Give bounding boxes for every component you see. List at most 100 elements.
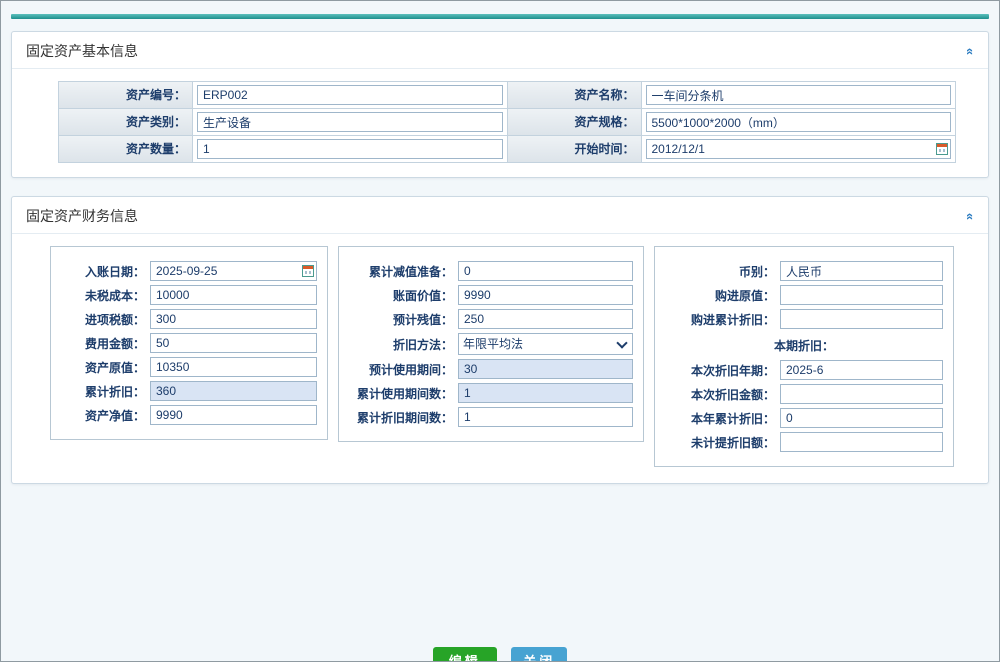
ytd-depreciation-row: 本年累计折旧： [665,408,943,428]
purchase-accum-input[interactable] [780,309,943,329]
purchase-accum-row: 购进累计折旧： [665,309,943,329]
currency-row: 币别： [665,261,943,281]
purchase-value-input[interactable] [780,285,943,305]
asset-name-label: 资产名称： [508,82,641,108]
entry-date-label: 入账日期： [61,263,148,280]
salvage-row: 预计残值： [349,309,633,329]
start-time-label: 开始时间： [508,136,641,162]
book-value-input[interactable] [458,285,633,305]
depreciated-periods-row: 累计折旧期间数： [349,407,633,427]
impairment-label: 累计减值准备： [349,263,456,280]
ytd-depreciation-label: 本年累计折旧： [665,410,778,427]
finance-right-group: 币别： 购进原值： 购进累计折旧： 本期折旧： 本次折旧年期： 本次折旧 [654,246,954,467]
basic-info-body: 资产编号： 资产名称： 资产类别： 资产规格： 资产数量： [12,69,988,177]
original-value-label: 资产原值： [61,359,148,376]
edit-button[interactable]: 编辑 [433,647,497,662]
collapse-icon[interactable]: « [964,212,977,219]
asset-name-cell [642,82,956,108]
unprovided-row: 未计提折旧额： [665,432,943,452]
impairment-row: 累计减值准备： [349,261,633,281]
period-depreciation-header: 本期折旧： [663,337,945,354]
purchase-value-row: 购进原值： [665,285,943,305]
asset-category-cell [193,109,507,135]
ytd-depreciation-input[interactable] [780,408,943,428]
finance-middle-group: 累计减值准备： 账面价值： 预计残值： 折旧方法： 年限平均法 [338,246,644,442]
input-tax-input[interactable] [150,309,317,329]
asset-name-input[interactable] [646,85,952,105]
asset-category-input[interactable] [197,112,503,132]
asset-no-label: 资产编号： [59,82,192,108]
basic-info-table: 资产编号： 资产名称： 资产类别： 资产规格： 资产数量： [58,81,956,163]
basic-info-panel: 固定资产基本信息 « 资产编号： 资产名称： 资产类别： 资产规格： [11,31,989,178]
net-value-label: 资产净值： [61,407,148,424]
purchase-value-label: 购进原值： [665,287,778,304]
currency-label: 币别： [665,263,778,280]
start-time-cell [642,136,956,162]
asset-no-input[interactable] [197,85,503,105]
fee-amount-input[interactable] [150,333,317,353]
unprovided-label: 未计提折旧额： [665,434,778,451]
page: 固定资产基本信息 « 资产编号： 资产名称： 资产类别： 资产规格： [0,0,1000,662]
finance-info-body: 入账日期： 未税成本： 进项税额： 费用金额： [12,234,988,483]
action-bar: 编辑 关闭 [1,647,999,662]
calendar-icon[interactable] [936,143,948,155]
top-divider-bar [11,14,989,19]
net-value-input[interactable] [150,405,317,425]
impairment-input[interactable] [458,261,633,281]
asset-spec-input[interactable] [646,112,952,132]
asset-no-cell [193,82,507,108]
original-value-row: 资产原值： [61,357,317,377]
close-button[interactable]: 关闭 [511,647,567,662]
asset-quantity-cell [193,136,507,162]
finance-info-title: 固定资产财务信息 [26,206,138,226]
used-periods-input[interactable] [458,383,633,403]
fee-amount-row: 费用金额： [61,333,317,353]
untaxed-cost-input[interactable] [150,285,317,305]
untaxed-cost-label: 未税成本： [61,287,148,304]
useful-life-label: 预计使用期间： [349,361,456,378]
asset-spec-label: 资产规格： [508,109,641,135]
useful-life-row: 预计使用期间： [349,359,633,379]
used-periods-label: 累计使用期间数： [349,385,456,402]
period-year-input[interactable] [780,360,943,380]
currency-input[interactable] [780,261,943,281]
period-amount-label: 本次折旧金额： [665,386,778,403]
useful-life-input[interactable] [458,359,633,379]
basic-info-header: 固定资产基本信息 « [12,32,988,69]
accum-depreciation-input[interactable] [150,381,317,401]
asset-category-label: 资产类别： [59,109,192,135]
basic-info-title: 固定资产基本信息 [26,41,138,61]
depreciated-periods-label: 累计折旧期间数： [349,409,456,426]
finance-info-header: 固定资产财务信息 « [12,197,988,234]
salvage-label: 预计残值： [349,311,456,328]
used-periods-row: 累计使用期间数： [349,383,633,403]
unprovided-input[interactable] [780,432,943,452]
calendar-icon[interactable] [302,265,314,277]
purchase-accum-label: 购进累计折旧： [665,311,778,328]
collapse-icon[interactable]: « [964,47,977,54]
period-amount-input[interactable] [780,384,943,404]
period-amount-row: 本次折旧金额： [665,384,943,404]
period-year-label: 本次折旧年期： [665,362,778,379]
asset-spec-cell [642,109,956,135]
book-value-label: 账面价值： [349,287,456,304]
start-time-input[interactable] [646,139,952,159]
finance-info-panel: 固定资产财务信息 « 入账日期： 未税成本： 进项税额： [11,196,989,484]
entry-date-row: 入账日期： [61,261,317,281]
book-value-row: 账面价值： [349,285,633,305]
entry-date-input[interactable] [150,261,317,281]
accum-depreciation-label: 累计折旧： [61,383,148,400]
accum-depreciation-row: 累计折旧： [61,381,317,401]
input-tax-row: 进项税额： [61,309,317,329]
asset-quantity-input[interactable] [197,139,503,159]
depreciation-method-label: 折旧方法： [349,336,456,353]
salvage-input[interactable] [458,309,633,329]
finance-left-group: 入账日期： 未税成本： 进项税额： 费用金额： [50,246,328,440]
original-value-input[interactable] [150,357,317,377]
depreciation-method-row: 折旧方法： 年限平均法 [349,333,633,355]
untaxed-cost-row: 未税成本： [61,285,317,305]
period-year-row: 本次折旧年期： [665,360,943,380]
depreciated-periods-input[interactable] [458,407,633,427]
input-tax-label: 进项税额： [61,311,148,328]
depreciation-method-select[interactable]: 年限平均法 [458,333,633,355]
